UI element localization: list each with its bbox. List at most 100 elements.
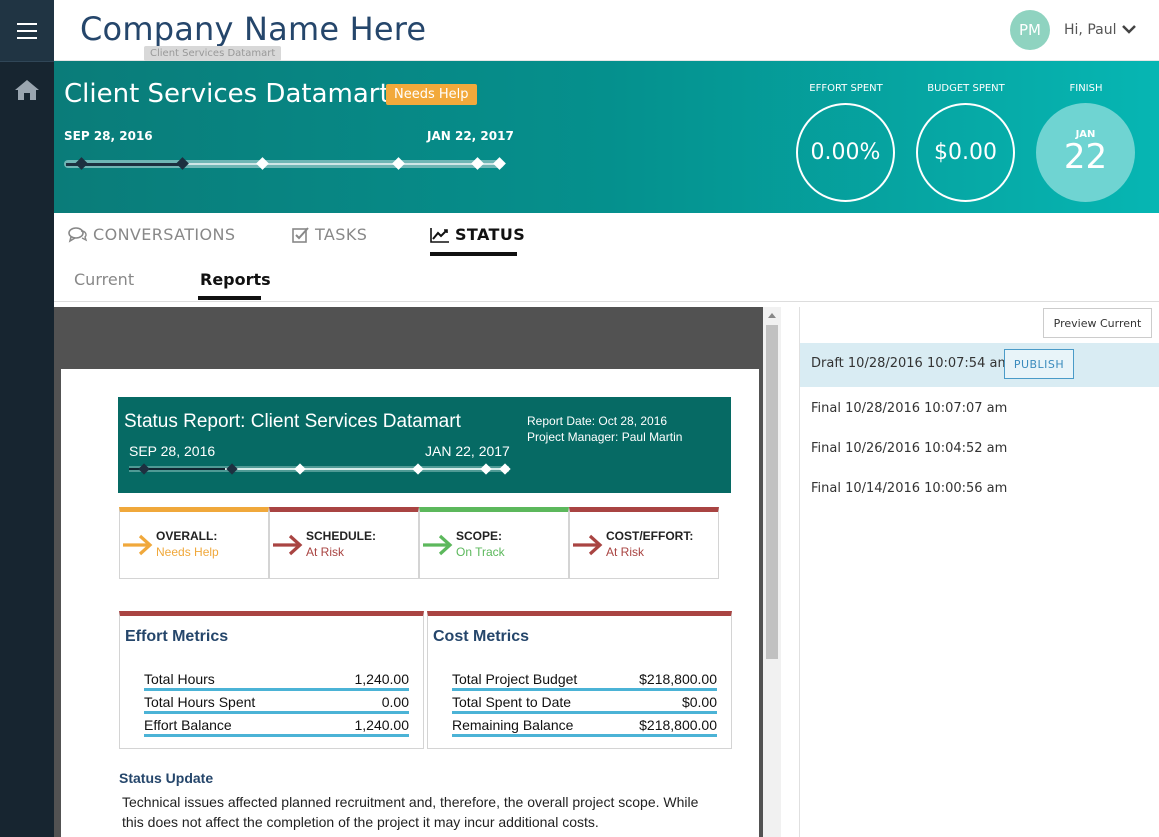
status-update-title: Status Update [119, 770, 214, 786]
metric-key: Effort Balance [144, 717, 232, 733]
metric-row: Remaining Balance $218,800.00 [452, 715, 717, 737]
effort-spent-value: 0.00% [810, 140, 881, 165]
status-card-title: OVERALL: [156, 529, 218, 543]
report-header: Status Report: Client Services Datamart … [118, 397, 731, 493]
status-card-title: COST/EFFORT: [606, 529, 694, 543]
finish-day: 22 [1063, 137, 1108, 177]
metric-key: Remaining Balance [452, 717, 574, 733]
metric-value: $218,800.00 [639, 671, 717, 687]
status-card-value: At Risk [306, 545, 345, 559]
metric-value: 1,240.00 [354, 717, 410, 733]
version-label: Draft 10/28/2016 10:07:54 am [811, 356, 1011, 371]
status-card-title: SCHEDULE: [306, 529, 377, 543]
metric-row: Effort Balance 1,240.00 [144, 715, 409, 737]
metric-row: Total Project Budget $218,800.00 [452, 669, 717, 691]
metric-key: Total Hours [144, 671, 215, 687]
report-page: Status Report: Client Services Datamart … [61, 369, 759, 837]
cost-metrics-card: Cost Metrics Total Project Budget $218,8… [427, 611, 732, 749]
preview-current-button[interactable]: Preview Current [1043, 308, 1152, 338]
tab-conversations[interactable]: CONVERSATIONS [68, 225, 235, 244]
finish-circle: JAN 22 [1036, 103, 1135, 202]
tab-status-label: STATUS [455, 225, 526, 244]
project-banner: Client Services Datamart Needs Help SEP … [54, 61, 1159, 213]
report-end-date: JAN 22, 2017 [425, 443, 510, 459]
subtab-current[interactable]: Current [74, 270, 134, 289]
checkbox-icon [292, 226, 309, 243]
version-label: Final 10/14/2016 10:00:56 am [811, 481, 1008, 496]
scroll-thumb[interactable] [766, 325, 778, 659]
metric-key: Total Spent to Date [452, 694, 572, 710]
report-manager: Project Manager: Paul Martin [527, 430, 683, 444]
tab-conversations-label: CONVERSATIONS [93, 225, 236, 244]
hamburger-icon [17, 22, 37, 39]
report-title: Status Report: Client Services Datamart [124, 411, 461, 432]
avatar[interactable]: PM [1010, 10, 1050, 50]
version-label: Final 10/26/2016 10:04:52 am [811, 441, 1008, 456]
chevron-down-icon[interactable] [1122, 24, 1136, 34]
metric-key: Total Hours Spent [144, 694, 256, 710]
top-bar: Company Name Here Client Services Datama… [54, 0, 1159, 61]
status-card-value: Needs Help [156, 545, 219, 559]
app-root: Company Name Here Client Services Datama… [0, 0, 1159, 837]
rail-divider [0, 61, 54, 62]
status-update-text: Technical issues affected planned recrui… [122, 794, 699, 830]
project-title: Client Services Datamart [64, 79, 390, 109]
project-end-date: JAN 22, 2017 [427, 129, 514, 143]
arrow-right-icon [273, 534, 303, 556]
report-meta: Report Date: Oct 28, 2016 Project Manage… [527, 413, 682, 445]
version-item[interactable]: Final 10/26/2016 10:04:52 am [800, 428, 1159, 472]
active-subtab-indicator [198, 296, 261, 300]
status-badge[interactable]: Needs Help [386, 84, 477, 105]
user-greeting[interactable]: Hi, Paul [1064, 22, 1116, 38]
active-tab-indicator [430, 252, 517, 256]
arrow-right-icon [123, 534, 153, 556]
metric-value: $0.00 [681, 694, 717, 710]
comments-icon [68, 226, 88, 243]
version-item[interactable]: Final 10/14/2016 10:00:56 am [800, 468, 1159, 512]
status-card-value: On Track [456, 545, 505, 559]
metric-row: Total Spent to Date $0.00 [452, 692, 717, 714]
scroll-up-arrow-icon[interactable] [768, 313, 776, 318]
status-card-value: At Risk [606, 545, 645, 559]
cost-metrics-title: Cost Metrics [433, 628, 530, 645]
home-icon [15, 80, 39, 100]
budget-spent-label: BUDGET SPENT [927, 83, 1005, 94]
metric-value: $218,800.00 [639, 717, 717, 733]
status-card: SCHEDULE: At Risk [269, 507, 419, 579]
timeline-remaining [182, 163, 498, 165]
project-start-date: SEP 28, 2016 [64, 129, 153, 143]
metric-key: Total Project Budget [452, 671, 578, 687]
effort-spent-label: EFFORT SPENT [809, 83, 883, 94]
line-chart-icon [430, 227, 449, 243]
project-timeline [64, 157, 506, 171]
status-card: COST/EFFORT: At Risk [569, 507, 719, 579]
report-timeline [129, 463, 511, 475]
arrow-right-icon [573, 534, 603, 556]
subtab-reports[interactable]: Reports [200, 270, 271, 289]
effort-metrics-card: Effort Metrics Total Hours 1,240.00 Tota… [119, 611, 424, 749]
left-rail [0, 0, 54, 837]
version-item-draft[interactable]: Draft 10/28/2016 10:07:54 am PUBLISH [800, 343, 1159, 387]
versions-panel: Preview Current Draft 10/28/2016 10:07:5… [799, 307, 1159, 837]
sub-tabs: Current Reports [54, 258, 1159, 302]
menu-button[interactable] [0, 0, 54, 61]
effort-metrics-title: Effort Metrics [125, 628, 229, 645]
main-tabs: CONVERSATIONS TASKS STATUS [54, 213, 1159, 258]
report-start-date: SEP 28, 2016 [129, 443, 216, 459]
publish-button[interactable]: PUBLISH [1004, 349, 1074, 379]
tab-status[interactable]: STATUS [430, 225, 525, 244]
effort-spent-ring: 0.00% [796, 103, 895, 202]
metric-row: Total Hours 1,240.00 [144, 669, 409, 691]
metric-value: 0.00 [381, 694, 409, 710]
metric-value: 1,240.00 [354, 671, 410, 687]
status-card-title: SCOPE: [456, 529, 503, 543]
report-date: Report Date: Oct 28, 2016 [527, 414, 668, 428]
tab-tasks-label: TASKS [315, 225, 368, 244]
version-item[interactable]: Final 10/28/2016 10:07:07 am [800, 388, 1159, 432]
finish-label: FINISH [1069, 83, 1103, 94]
viewer-scrollbar[interactable] [763, 307, 781, 837]
report-timeline-remaining [225, 468, 509, 470]
home-button[interactable] [0, 68, 54, 112]
version-label: Final 10/28/2016 10:07:07 am [811, 401, 1008, 416]
tab-tasks[interactable]: TASKS [292, 225, 367, 244]
